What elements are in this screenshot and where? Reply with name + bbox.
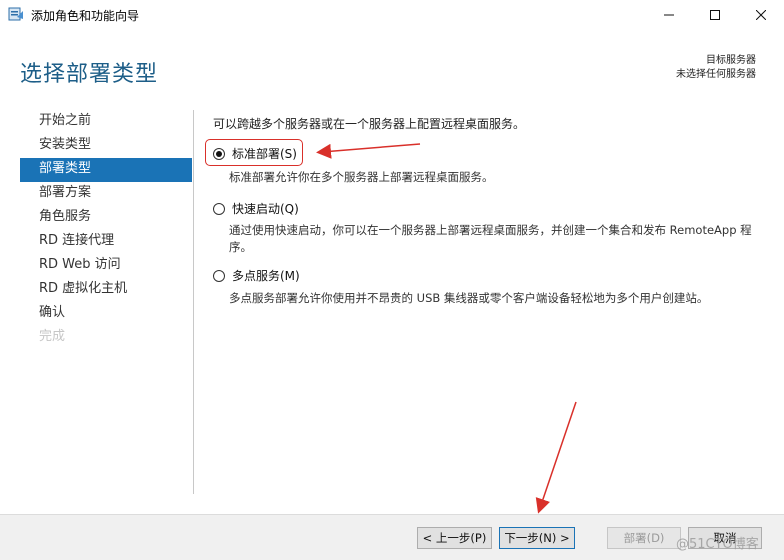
close-button[interactable] [738,0,784,30]
nav-divider [193,110,194,494]
page-title: 选择部署类型 [20,62,159,87]
option-description: 多点服务部署允许你使用并不昂贵的 USB 集线器或零个客户端设备轻松地为多个用户… [229,291,709,305]
radio-multipoint[interactable] [213,269,225,282]
minimize-button[interactable] [646,0,692,30]
deploy-button: 部署(D) [607,527,681,549]
radio-quick-start[interactable] [213,202,225,215]
step-rd-connection-broker[interactable]: RD 连接代理 [20,230,192,254]
next-button[interactable]: 下一步(N) > [499,527,575,549]
arrow-to-standard [316,143,421,159]
destination-label: 目标服务器 [706,55,756,66]
wizard-footer: < 上一步(P) 下一步(N) > 部署(D) 取消 [0,514,784,560]
wizard-steps: 开始之前 安装类型 部署类型 部署方案 角色服务 RD 连接代理 RD Web … [20,110,192,350]
title-bar: 添加角色和功能向导 [0,0,784,30]
destination-value: 未选择任何服务器 [676,69,756,80]
step-role-services[interactable]: 角色服务 [20,206,192,230]
step-deployment-type[interactable]: 部署类型 [20,158,192,182]
maximize-button[interactable] [692,0,738,30]
option-quick-start[interactable]: 快速启动(Q) [213,200,299,217]
annotation-highlight-box [205,139,303,166]
watermark: @51CTO博客 [676,537,759,552]
option-label: 多点服务(M) [232,269,300,283]
minimize-icon [664,14,674,16]
step-rd-virtualization-host[interactable]: RD 虚拟化主机 [20,278,192,302]
window-title: 添加角色和功能向导 [31,9,140,23]
option-description: 标准部署允许你在多个服务器上部署远程桌面服务。 [229,170,494,184]
wizard-header: 选择部署类型 目标服务器 未选择任何服务器 [0,30,784,98]
option-label: 快速启动(Q) [232,202,299,216]
server-manager-icon [8,6,24,22]
deployment-type-panel: 可以跨越多个服务器或在一个服务器上配置远程桌面服务。 标准部署(S) 标准部署允… [213,115,773,305]
step-confirmation[interactable]: 确认 [20,302,192,326]
step-results: 完成 [39,329,66,344]
step-before-you-begin[interactable]: 开始之前 [20,110,192,134]
option-multipoint-services[interactable]: 多点服务(M) [213,267,300,284]
close-icon [756,10,766,20]
arrow-to-next [535,401,577,514]
step-deployment-scenario[interactable]: 部署方案 [20,182,192,206]
step-rd-web-access[interactable]: RD Web 访问 [20,254,192,278]
step-installation-type[interactable]: 安装类型 [20,134,192,158]
previous-button[interactable]: < 上一步(P) [417,527,492,549]
maximize-icon [710,10,720,20]
option-description: 通过使用快速启动，你可以在一个服务器上部署远程桌面服务，并创建一个集合和发布 R… [229,223,752,254]
destination-server: 目标服务器 未选择任何服务器 [676,54,756,82]
intro-text: 可以跨越多个服务器或在一个服务器上配置远程桌面服务。 [213,117,526,131]
